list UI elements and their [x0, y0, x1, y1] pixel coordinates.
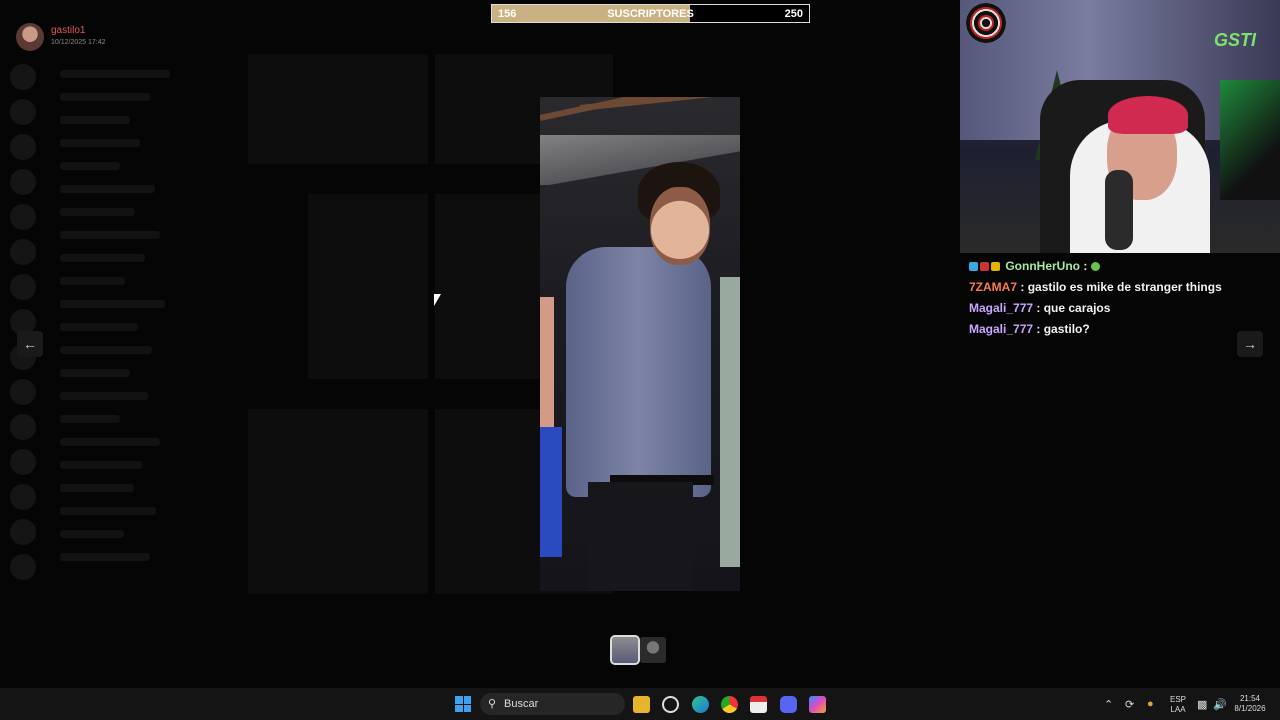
- stream-chat: GonnHerUno : 7ZAMA7 : gastilo es mike de…: [969, 256, 1269, 340]
- network-icon[interactable]: ▩: [1197, 698, 1207, 711]
- upload-date: 10/12/2025 17:42: [51, 39, 106, 46]
- discord-icon[interactable]: [780, 696, 797, 713]
- chat-message: 7ZAMA7 : gastilo es mike de stranger thi…: [969, 277, 1269, 298]
- copilot-icon[interactable]: [809, 696, 826, 713]
- windows-start-icon[interactable]: [455, 696, 471, 712]
- subscriber-goal-target: 250: [784, 8, 803, 20]
- chat-message: Magali_777 : que carajos: [969, 298, 1269, 319]
- chat-username[interactable]: GonnHerUno: [1005, 259, 1080, 273]
- search-placeholder: Buscar: [504, 698, 539, 710]
- chrome-icon[interactable]: [721, 696, 738, 713]
- chat-username[interactable]: 7ZAMA7: [969, 280, 1017, 294]
- dartboard: [966, 3, 1006, 43]
- chat-separator: :: [1017, 280, 1028, 294]
- crown-icon: [991, 262, 1000, 271]
- thumbnail[interactable]: [640, 637, 666, 663]
- clock[interactable]: 21:54 8/1/2026: [1230, 694, 1270, 714]
- emote-icon: [1090, 262, 1100, 271]
- edge-icon[interactable]: [692, 696, 709, 713]
- uploader-info: gastilo1 10/12/2025 17:42: [16, 23, 106, 51]
- chevron-up-icon[interactable]: ⌃: [1104, 698, 1113, 711]
- language-code: ESP: [1169, 695, 1186, 704]
- microphone-icon: [1105, 170, 1133, 250]
- taskbar: ⚲ Buscar ⌃ ⟳ ● ESP LAA ▩ 🔊 21:54 8/1/202…: [0, 688, 1280, 720]
- chat-message: Magali_777 : gastilo?: [969, 319, 1269, 340]
- chat-message: GonnHerUno :: [969, 256, 1269, 277]
- chat-separator: :: [1033, 322, 1044, 336]
- language-indicator[interactable]: ESP LAA: [1168, 695, 1188, 715]
- subscriber-current: 156: [498, 8, 517, 20]
- sync-icon[interactable]: ⟳: [1125, 698, 1134, 711]
- file-explorer-icon[interactable]: [633, 696, 650, 713]
- chat-text: gastilo es mike de stranger things: [1027, 280, 1222, 294]
- badge-icon: [980, 262, 989, 271]
- search-box[interactable]: ⚲ Buscar: [480, 693, 625, 715]
- clock-time: 21:54: [1239, 694, 1261, 703]
- avatar[interactable]: [16, 23, 44, 51]
- arrow-left-icon[interactable]: ←: [17, 331, 43, 357]
- chat-username[interactable]: Magali_777: [969, 322, 1033, 336]
- uploader-name[interactable]: gastilo1: [51, 25, 106, 37]
- calendar-icon[interactable]: [750, 696, 767, 713]
- image-viewer-photo[interactable]: [540, 97, 740, 591]
- webcam-overlay: GSTI: [960, 0, 1280, 253]
- chat-separator: :: [1033, 301, 1044, 315]
- microphone-icon[interactable]: ●: [1147, 698, 1154, 710]
- thumbnail-strip: [610, 635, 666, 665]
- clock-date: 8/1/2026: [1234, 704, 1266, 713]
- ai-icon[interactable]: [662, 696, 679, 713]
- mouse-cursor-icon: [434, 294, 441, 306]
- chat-username[interactable]: Magali_777: [969, 301, 1033, 315]
- thumbnail-selected[interactable]: [610, 635, 640, 665]
- badge-icon: [969, 262, 978, 271]
- search-icon: ⚲: [488, 698, 497, 710]
- chat-separator: :: [1080, 259, 1091, 273]
- keyboard-layout: LAA: [1170, 705, 1186, 714]
- channel-logo: GSTI: [1214, 30, 1257, 50]
- volume-icon[interactable]: 🔊: [1213, 698, 1227, 711]
- chat-text: que carajos: [1043, 301, 1111, 315]
- subscriber-goal-bar: SUSCRIPTORES 156 250: [491, 4, 810, 23]
- chat-text: gastilo?: [1043, 322, 1090, 336]
- channel-list-dimmed: [50, 55, 200, 635]
- subscriber-goal-label: SUSCRIPTORES: [607, 8, 694, 20]
